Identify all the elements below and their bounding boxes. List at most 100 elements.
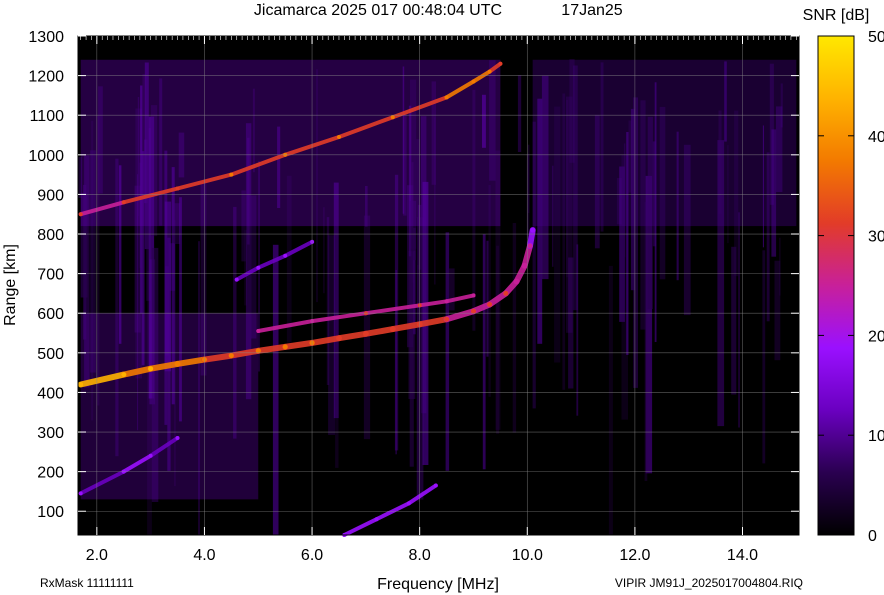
trace-point <box>503 290 509 296</box>
noise-stripe <box>517 75 522 152</box>
noise-stripe <box>644 202 648 481</box>
noise-stripe <box>409 252 414 467</box>
ionogram-figure: Jicamarca 2025 017 00:48:04 UTC 17Jan25 … <box>2 2 884 593</box>
noise-stripe <box>486 240 489 357</box>
trace-point <box>522 263 528 269</box>
x-tick-label: 12.0 <box>619 547 650 564</box>
trace-point <box>444 299 449 304</box>
trace-segment <box>174 356 208 367</box>
upper-echo-cloud <box>80 59 501 227</box>
trace-point <box>78 212 83 217</box>
trace-segment <box>282 339 316 350</box>
y-tick-label: 600 <box>37 306 64 323</box>
noise-stripe <box>482 234 486 470</box>
trace-point <box>175 436 180 440</box>
x-tick-label: 6.0 <box>301 547 323 564</box>
trace-point <box>487 69 492 74</box>
trace-point <box>363 331 369 337</box>
colorbar-tick-label: 40 <box>868 129 884 146</box>
noise-stripe <box>568 257 574 389</box>
colorbar-tick-label: 10 <box>868 428 884 445</box>
trace-segment <box>201 352 235 363</box>
trace-point <box>530 227 536 233</box>
trace-point <box>487 302 493 307</box>
upper-echo-cloud-right <box>532 59 797 227</box>
rxmask-label: RxMask 11111111 <box>40 576 134 590</box>
y-tick-label: 500 <box>37 346 64 363</box>
y-tick-labels: 100 200 300 400 500 600 700 800 900 1000 1100 1200 1… <box>28 29 64 521</box>
x-tick-label: 8.0 <box>409 547 431 564</box>
y-tick-label: 1200 <box>28 69 64 86</box>
trace-point <box>175 186 180 191</box>
trace-point <box>175 361 180 367</box>
trace-point <box>78 491 83 496</box>
trace-point <box>283 253 288 258</box>
trace-point <box>527 243 533 249</box>
noise-stripe <box>395 270 397 455</box>
trace-point <box>498 61 503 66</box>
colorbar-tick-label: 50 <box>868 29 884 46</box>
y-tick-label: 1000 <box>28 148 64 165</box>
x-tick-label: 14.0 <box>727 547 758 564</box>
trace-point <box>121 200 126 205</box>
x-tick-labels: 2.0 4.0 6.0 8.0 10.0 12.0 14.0 <box>86 547 758 564</box>
y-tick-label: 300 <box>37 425 64 442</box>
trace-point <box>374 517 379 522</box>
trace-point <box>228 353 234 359</box>
trace-point <box>121 372 127 378</box>
y-tick-label: 800 <box>37 227 64 244</box>
trace-point <box>229 172 234 177</box>
chart-title: Jicamarca 2025 017 00:48:04 UTC <box>254 2 502 19</box>
y-tick-label: 1300 <box>28 29 64 46</box>
date-label: 17Jan25 <box>561 2 622 19</box>
trace-point <box>256 265 261 270</box>
trace-point <box>148 366 154 372</box>
trace-point <box>406 501 411 506</box>
noise-stripe <box>363 215 371 440</box>
noise-stripe <box>445 232 450 471</box>
noise-stripe <box>272 244 279 536</box>
trace-segment <box>255 343 289 354</box>
trace-point <box>444 316 450 322</box>
x-tick-label: 2.0 <box>86 547 108 564</box>
trace-point <box>471 79 476 84</box>
y-tick-label: 400 <box>37 385 64 402</box>
trace-point <box>336 335 342 341</box>
y-tick-label: 100 <box>37 504 64 521</box>
colorbar-tick-label: 20 <box>868 328 884 345</box>
trace-point <box>234 277 239 282</box>
x-tick-label: 10.0 <box>512 547 543 564</box>
trace-point <box>390 326 396 332</box>
trace-point <box>337 135 341 139</box>
noise-stripe <box>335 200 339 468</box>
y-tick-label: 200 <box>37 465 64 482</box>
colorbar: SNR [dB] 0 10 20 30 40 50 <box>803 7 884 545</box>
colorbar-label: SNR [dB] <box>803 7 870 24</box>
trace-point <box>444 95 449 100</box>
y-tick-label: 900 <box>37 187 64 204</box>
trace-point <box>471 293 476 298</box>
y-tick-label: 1100 <box>30 108 65 125</box>
trace-point <box>514 279 519 284</box>
x-tick-label: 4.0 <box>193 547 215 564</box>
noise-stripe <box>762 250 766 464</box>
colorbar-gradient <box>817 35 855 536</box>
noise-stripe <box>738 212 740 428</box>
x-axis-label: Frequency [MHz] <box>377 576 499 593</box>
trace-point <box>433 483 438 488</box>
colorbar-tick-label: 30 <box>868 229 884 246</box>
trace-point <box>78 382 84 387</box>
plot-area <box>77 35 800 537</box>
trace-point <box>282 344 288 350</box>
trace-point <box>148 453 153 458</box>
noise-stripe <box>512 223 517 433</box>
noise-stripe <box>448 268 455 311</box>
trace-point <box>390 115 395 120</box>
y-tick-label: 700 <box>37 267 64 284</box>
noise-stripe <box>779 237 781 296</box>
noise-stripe <box>576 244 579 416</box>
noise-stripe <box>608 265 613 535</box>
colorbar-tick-label: 0 <box>868 528 877 545</box>
y-axis-label: Range [km] <box>2 244 19 326</box>
file-label: VIPIR JM91J_2025017004804.RIQ <box>615 576 803 590</box>
